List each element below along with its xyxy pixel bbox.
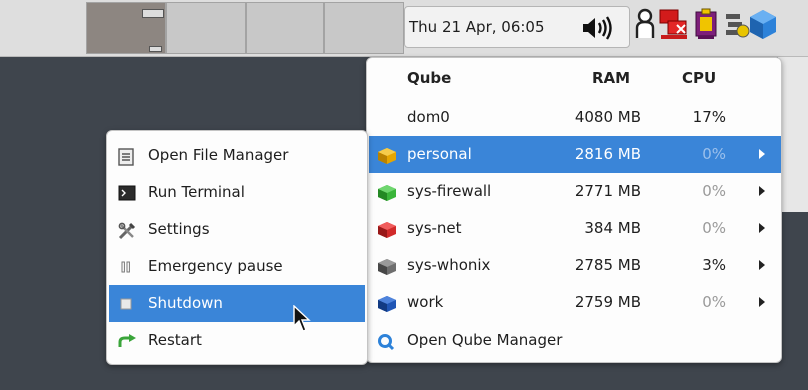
workspace-1[interactable] xyxy=(86,2,166,54)
header-cpu: CPU xyxy=(682,69,717,87)
qube-name: sys-firewall xyxy=(407,182,492,200)
updates-icon[interactable] xyxy=(724,8,750,44)
emergency-pause-item[interactable]: Emergency pause xyxy=(109,248,365,285)
qube-ram: 2771 MB xyxy=(574,182,641,200)
menu-item-label: Emergency pause xyxy=(148,257,283,275)
qube-name: dom0 xyxy=(407,108,450,126)
qube-cpu: 0% xyxy=(702,182,726,200)
clock-widget[interactable]: Thu 21 Apr, 06:05 xyxy=(404,6,630,48)
qube-menu: Qube RAM CPU dom0 4080 MB 17% personal 2… xyxy=(366,57,782,363)
workspace-2[interactable] xyxy=(165,2,246,54)
settings-item[interactable]: Settings xyxy=(109,211,365,248)
workspace-window-thumb xyxy=(149,46,162,52)
qube-row-sys-whonix[interactable]: sys-whonix 2785 MB 3% xyxy=(369,247,781,284)
user-icon[interactable] xyxy=(634,8,656,44)
qube-cpu: 0% xyxy=(702,219,726,237)
shutdown-icon xyxy=(118,296,136,312)
qube-row-personal[interactable]: personal 2816 MB 0% xyxy=(369,136,781,173)
submenu-arrow-icon xyxy=(759,260,765,270)
submenu-arrow-icon xyxy=(759,149,765,159)
menu-item-label: Restart xyxy=(148,331,202,349)
qube-row-work[interactable]: work 2759 MB 0% xyxy=(369,284,781,321)
qube-cpu: 0% xyxy=(702,145,726,163)
qube-name: work xyxy=(407,293,444,311)
qube-name: sys-net xyxy=(407,219,462,237)
header-ram: RAM xyxy=(592,69,631,87)
menu-item-label: Run Terminal xyxy=(148,183,245,201)
qube-row-sys-net[interactable]: sys-net 384 MB 0% xyxy=(369,210,781,247)
qube-name: sys-whonix xyxy=(407,256,491,274)
background-window xyxy=(778,57,808,212)
qube-manager-icon xyxy=(377,333,395,351)
qube-ram: 384 MB xyxy=(584,219,641,237)
menu-item-label: Settings xyxy=(148,220,210,238)
shutdown-item[interactable]: Shutdown xyxy=(109,285,365,322)
submenu-arrow-icon xyxy=(759,297,765,307)
qube-cpu: 17% xyxy=(692,108,726,126)
open-file-manager-item[interactable]: Open File Manager xyxy=(109,137,365,174)
terminal-icon xyxy=(118,185,136,201)
qube-cpu: 3% xyxy=(702,256,726,274)
file-manager-icon xyxy=(118,148,136,166)
qube-cube-icon xyxy=(377,147,396,164)
open-qube-manager-label: Open Qube Manager xyxy=(407,331,563,349)
qube-name: personal xyxy=(407,145,472,163)
mouse-pointer-icon xyxy=(293,304,313,337)
qube-cube-icon xyxy=(377,258,396,275)
qube-ram: 4080 MB xyxy=(574,108,641,126)
submenu-arrow-icon xyxy=(759,186,765,196)
qube-cube-icon xyxy=(377,184,396,201)
workspace-pager xyxy=(86,2,404,54)
run-terminal-item[interactable]: Run Terminal xyxy=(109,174,365,211)
qube-ram: 2816 MB xyxy=(574,145,641,163)
qube-cpu: 0% xyxy=(702,293,726,311)
network-disconnected-icon[interactable] xyxy=(659,8,689,44)
qube-actions-menu: Open File Manager Run Terminal Settings … xyxy=(106,130,368,365)
workspace-3[interactable] xyxy=(245,2,325,54)
qube-ram: 2759 MB xyxy=(574,293,641,311)
speaker-icon[interactable] xyxy=(581,16,615,44)
settings-tools-icon xyxy=(118,222,136,240)
qube-row-sys-firewall[interactable]: sys-firewall 2771 MB 0% xyxy=(369,173,781,210)
open-qube-manager-item[interactable]: Open Qube Manager xyxy=(369,322,781,359)
menu-item-label: Open File Manager xyxy=(148,146,289,164)
clipboard-icon[interactable] xyxy=(693,8,719,44)
qubes-cube-icon[interactable] xyxy=(748,8,778,44)
pause-icon xyxy=(118,259,136,275)
qube-cube-icon xyxy=(377,295,396,312)
qube-row-dom0[interactable]: dom0 4080 MB 17% xyxy=(369,99,781,136)
header-qube: Qube xyxy=(407,69,452,87)
workspace-4[interactable] xyxy=(324,2,404,54)
qube-ram: 2785 MB xyxy=(574,256,641,274)
restart-item[interactable]: Restart xyxy=(109,322,365,359)
qube-cube-icon xyxy=(377,221,396,238)
top-panel: Thu 21 Apr, 06:05 xyxy=(0,0,808,57)
submenu-arrow-icon xyxy=(759,223,765,233)
clock-text: Thu 21 Apr, 06:05 xyxy=(409,18,545,36)
workspace-window-thumb xyxy=(142,9,164,18)
menu-item-label: Shutdown xyxy=(148,294,223,312)
restart-arrow-icon xyxy=(118,333,136,349)
